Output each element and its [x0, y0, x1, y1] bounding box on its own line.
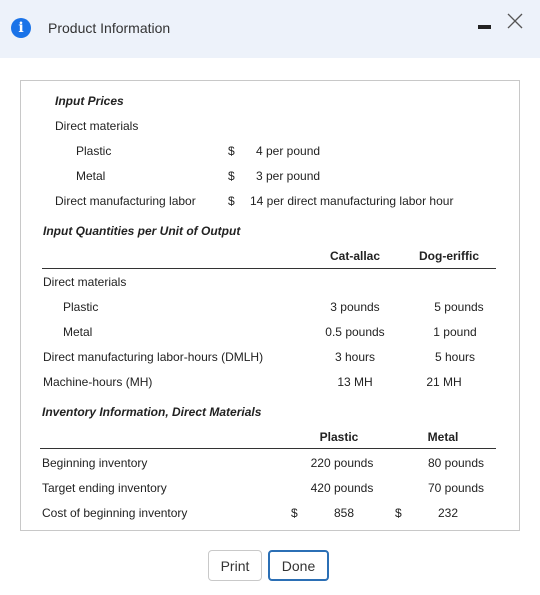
qty-row-label: Direct manufacturing labor-hours (DMLH)	[43, 350, 264, 364]
done-button[interactable]: Done	[268, 550, 329, 581]
qty-cell: 5 hours	[434, 350, 476, 364]
inv-cell: 420 pounds	[310, 481, 374, 495]
print-button[interactable]: Print	[208, 550, 262, 581]
close-icon[interactable]	[506, 12, 524, 30]
qty-cell: 0.5 pounds	[325, 325, 385, 339]
minimize-icon[interactable]	[478, 25, 491, 29]
price-labor-currency: $	[228, 194, 235, 208]
qty-cell: 1 pound	[433, 325, 477, 339]
column-header-metal: Metal	[427, 430, 459, 444]
dialog-header: i Product Information	[0, 0, 540, 58]
price-plastic-value: 4 per pound	[256, 144, 321, 158]
info-icon: i	[11, 18, 31, 38]
cost-row-label: Cost of beginning inventory	[42, 506, 188, 520]
qty-row-label: Metal	[63, 325, 93, 339]
product-info-panel: Input Prices Direct materials Plastic $ …	[20, 80, 520, 531]
qty-cell: 13 MH	[337, 375, 373, 389]
qty-row-label: Machine-hours (MH)	[43, 375, 153, 389]
qty-cell: 3 pounds	[330, 300, 380, 314]
inv-row-label: Target ending inventory	[42, 481, 167, 495]
cost-metal-currency: $	[395, 506, 402, 520]
qty-cell: 21 MH	[426, 375, 462, 389]
cost-plastic-value: 858	[333, 506, 355, 520]
inventory-heading: Inventory Information, Direct Materials	[42, 405, 262, 419]
input-prices-heading: Input Prices	[55, 94, 124, 108]
qty-row-label: Plastic	[63, 300, 99, 314]
price-metal-label: Metal	[76, 169, 106, 183]
price-labor-label: Direct manufacturing labor	[55, 194, 196, 208]
input-quantities-heading: Input Quantities per Unit of Output	[43, 224, 241, 238]
price-plastic-currency: $	[228, 144, 235, 158]
price-metal-value: 3 per pound	[256, 169, 321, 183]
quantities-direct-materials-label: Direct materials	[43, 275, 127, 289]
input-prices-direct-materials-label: Direct materials	[55, 119, 139, 133]
dialog-title: Product Information	[48, 20, 171, 36]
cost-metal-value: 232	[437, 506, 459, 520]
inv-row-label: Beginning inventory	[42, 456, 148, 470]
column-header-cat-allac: Cat-allac	[329, 249, 381, 263]
price-labor-value: 14 per direct manufacturing labor hour	[250, 194, 454, 208]
qty-cell: 5 pounds	[434, 300, 484, 314]
price-metal-currency: $	[228, 169, 235, 183]
inv-cell: 220 pounds	[310, 456, 374, 470]
qty-cell: 3 hours	[334, 350, 376, 364]
inventory-header-divider	[40, 448, 496, 449]
column-header-dog-eriffic: Dog-eriffic	[419, 249, 479, 263]
inv-cell: 70 pounds	[427, 481, 485, 495]
inv-cell: 80 pounds	[427, 456, 485, 470]
price-plastic-label: Plastic	[76, 144, 112, 158]
quantities-header-divider	[42, 268, 496, 269]
column-header-plastic: Plastic	[319, 430, 359, 444]
cost-plastic-currency: $	[291, 506, 298, 520]
